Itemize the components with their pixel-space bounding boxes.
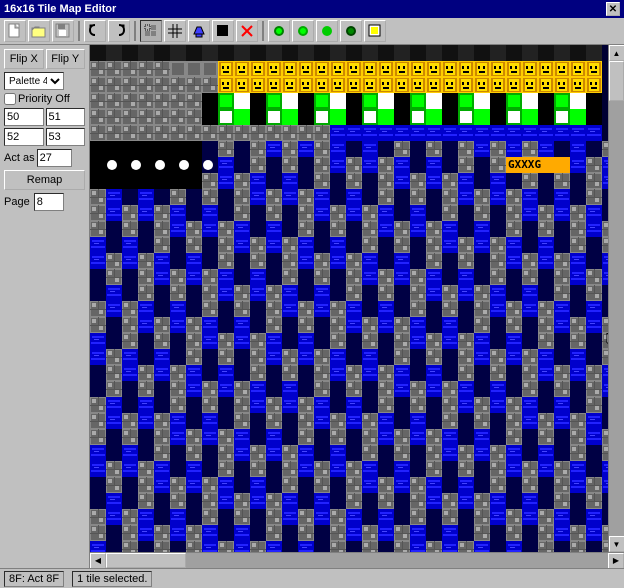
tool-select[interactable]: [140, 20, 162, 42]
scroll-right-button[interactable]: ▶: [608, 553, 624, 569]
tool-c[interactable]: [316, 20, 338, 42]
separator2: [134, 21, 136, 41]
remap-button[interactable]: Remap: [4, 170, 85, 190]
scroll-down-button[interactable]: ▼: [609, 536, 624, 552]
tool-bucket[interactable]: [188, 20, 210, 42]
page-row: Page: [4, 193, 85, 211]
content-area: Flip X Flip Y Palette 4 Priority Off Act…: [0, 45, 624, 568]
coord-51-input[interactable]: [46, 108, 86, 126]
palette-select[interactable]: Palette 4: [4, 72, 64, 90]
scroll-track-vertical[interactable]: [609, 61, 624, 536]
flip-row: Flip X Flip Y: [4, 49, 85, 69]
page-label: Page: [4, 196, 30, 208]
status-right: 1 tile selected.: [72, 571, 152, 587]
palette-row: Palette 4: [4, 72, 85, 90]
redo-button[interactable]: [108, 20, 130, 42]
actas-input[interactable]: [37, 149, 72, 167]
horizontal-scrollbar: ◀ ▶: [90, 552, 624, 568]
close-button[interactable]: ✕: [606, 2, 620, 16]
flip-x-button[interactable]: Flip X: [4, 49, 44, 69]
titlebar-title: 16x16 Tile Map Editor: [4, 3, 116, 15]
save-button[interactable]: [52, 20, 74, 42]
scroll-up-button[interactable]: ▲: [609, 45, 624, 61]
scroll-left-button[interactable]: ◀: [90, 553, 106, 569]
priority-checkbox[interactable]: [4, 93, 16, 105]
separator3: [262, 21, 264, 41]
canvas-scroll-container: ▲ ▼ ◀ ▶: [90, 45, 624, 568]
toolbar1: [0, 18, 624, 45]
scroll-thumb-horizontal[interactable]: [106, 553, 186, 568]
coord-52-input[interactable]: [4, 128, 44, 146]
status-right-text: 1 tile selected.: [77, 573, 147, 585]
main-window: Flip X Flip Y Palette 4 Priority Off Act…: [0, 18, 624, 588]
actas-label: Act as: [4, 152, 35, 164]
separator1: [78, 21, 80, 41]
flip-y-button[interactable]: Flip Y: [46, 49, 86, 69]
tool-grid[interactable]: [164, 20, 186, 42]
status-left-text: 8F: Act 8F: [9, 573, 59, 585]
scroll-track-horizontal[interactable]: [106, 553, 608, 568]
canvas-h-area: ▲ ▼: [90, 45, 624, 552]
coord-53-input[interactable]: [46, 128, 86, 146]
priority-label: Priority Off: [18, 93, 70, 105]
tool-d[interactable]: [340, 20, 362, 42]
coord-grid: [4, 108, 85, 146]
new-button[interactable]: [4, 20, 26, 42]
status-left: 8F: Act 8F: [4, 571, 64, 587]
tool-e[interactable]: [364, 20, 386, 42]
left-panel: Flip X Flip Y Palette 4 Priority Off Act…: [0, 45, 90, 568]
tool-a[interactable]: [268, 20, 290, 42]
tool-fill[interactable]: [212, 20, 234, 42]
scroll-thumb-vertical[interactable]: [609, 61, 624, 101]
coord-50-input[interactable]: [4, 108, 44, 126]
actas-row: Act as: [4, 149, 85, 167]
tool-eraser[interactable]: [236, 20, 258, 42]
undo-button[interactable]: [84, 20, 106, 42]
priority-row: Priority Off: [4, 93, 85, 105]
page-input[interactable]: [34, 193, 64, 211]
statusbar: 8F: Act 8F 1 tile selected.: [0, 568, 624, 588]
titlebar: 16x16 Tile Map Editor ✕: [0, 0, 624, 18]
tilemap-canvas[interactable]: [90, 45, 608, 552]
vertical-scrollbar: ▲ ▼: [608, 45, 624, 552]
canvas-area[interactable]: [90, 45, 608, 552]
tool-b[interactable]: [292, 20, 314, 42]
open-button[interactable]: [28, 20, 50, 42]
